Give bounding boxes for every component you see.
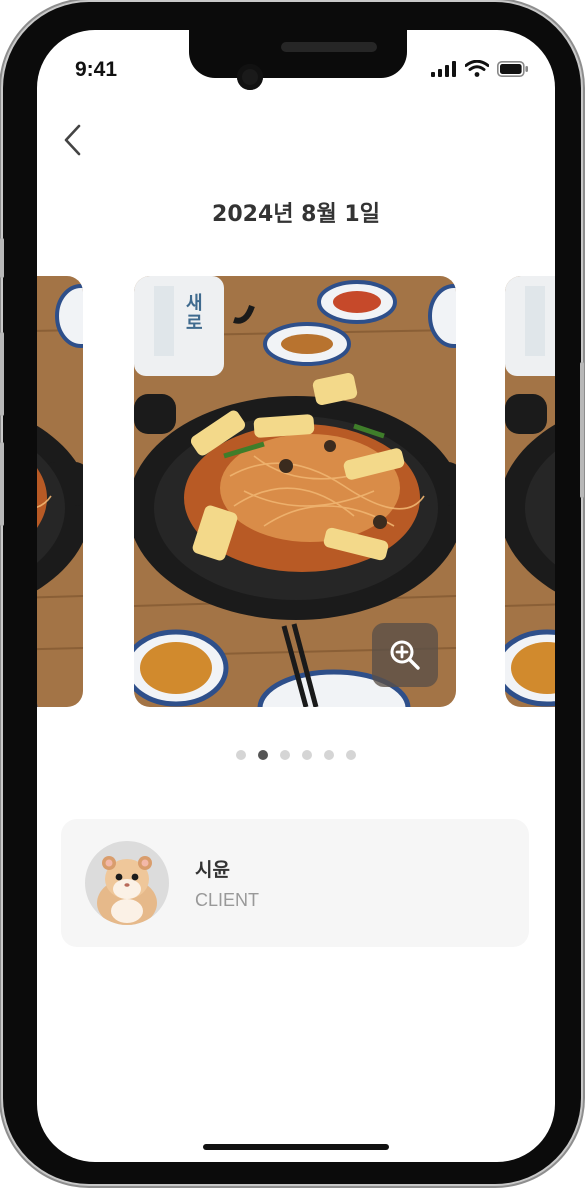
pagination-dot[interactable] — [258, 750, 268, 760]
gallery-slide-previous[interactable] — [37, 276, 83, 707]
page-title: 2024년 8월 1일 — [212, 202, 380, 227]
pagination-dot[interactable] — [280, 750, 290, 760]
pagination-dots — [37, 750, 555, 760]
signal-icon — [431, 60, 456, 77]
chevron-left-icon — [64, 124, 81, 156]
profile-name: 시윤 — [195, 859, 230, 881]
battery-icon — [497, 60, 528, 77]
wifi-icon — [465, 60, 489, 77]
profile-role: CLIENT — [195, 890, 260, 910]
avatar — [85, 841, 169, 925]
profile-card[interactable]: 시윤 CLIENT — [61, 819, 529, 947]
volume-down-button — [0, 442, 4, 526]
food-photo-next — [505, 276, 555, 707]
gallery-slide-next[interactable] — [505, 276, 555, 707]
bottle-label: 새로 — [186, 293, 203, 334]
speaker — [281, 42, 377, 52]
notch — [189, 30, 407, 78]
screen: 9:41 2024년 8월 1일 새로 시윤 CLIENT — [37, 30, 555, 1162]
pagination-dot[interactable] — [302, 750, 312, 760]
back-button[interactable] — [57, 122, 93, 158]
zoom-button[interactable] — [372, 623, 438, 687]
food-photo-previous — [37, 276, 83, 707]
pagination-dot[interactable] — [346, 750, 356, 760]
status-time: 9:41 — [75, 58, 118, 81]
zoom-in-icon — [390, 640, 420, 670]
power-button — [580, 362, 584, 498]
volume-up-button — [0, 332, 4, 416]
mute-switch — [0, 238, 4, 278]
home-indicator[interactable] — [203, 1144, 389, 1150]
hamster-avatar-image — [85, 841, 169, 925]
front-camera — [237, 64, 263, 90]
phone-frame: 9:41 2024년 8월 1일 새로 시윤 CLIENT — [0, 2, 584, 1184]
status-icons — [431, 60, 529, 77]
pagination-dot[interactable] — [324, 750, 334, 760]
pagination-dot[interactable] — [236, 750, 246, 760]
